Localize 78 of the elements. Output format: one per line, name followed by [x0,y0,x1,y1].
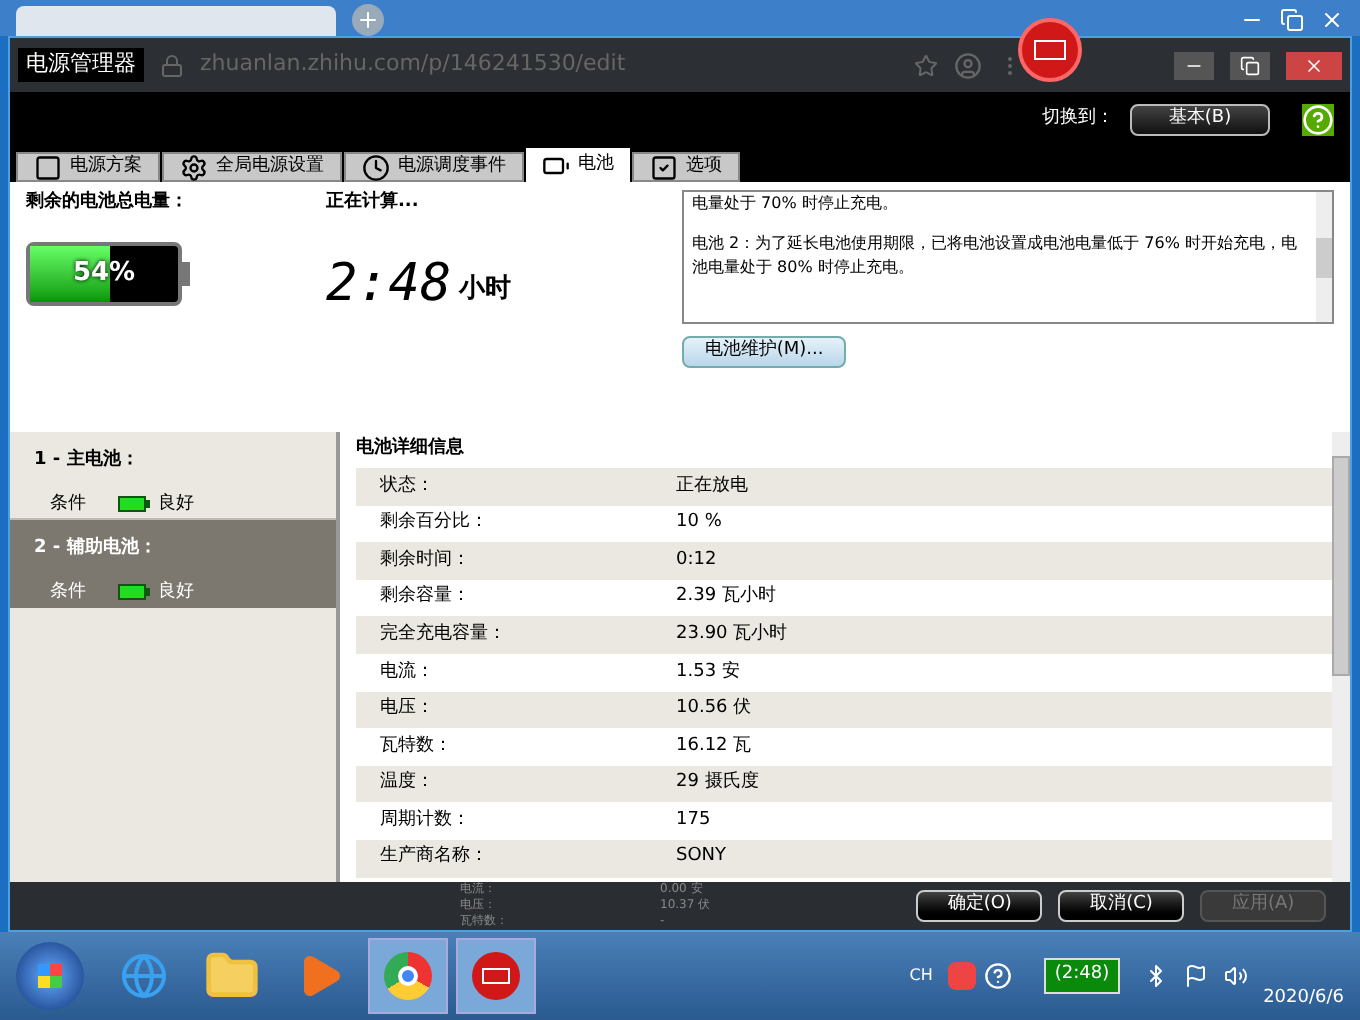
detail-label: 状态： [378,473,436,500]
detail-value: 10 % [676,510,722,537]
address-text: zhuanlan.zhihu.com/p/146241530/edit [200,48,626,81]
close-icon[interactable] [1320,8,1344,32]
checkbox-icon [650,153,678,181]
note-text: 电量处于 70% 时停止充电。 [692,192,900,216]
star-icon [914,53,938,77]
page-icon [34,153,62,181]
battery-time-widget[interactable]: (2:48) [1044,958,1120,994]
language-indicator[interactable]: CH [909,964,933,988]
volume-icon[interactable] [1223,964,1248,988]
detail-label: 瓦特数： [378,733,454,760]
tab[interactable]: 电源调度事件 [344,152,524,182]
close-icon [1304,55,1324,75]
detail-value: 175 [676,807,711,834]
battery-name: 1 - 主电池： [34,448,141,474]
detail-value: 1.53 安 [676,659,740,686]
help-icon[interactable] [984,962,1013,990]
detail-label: 电流： [378,659,436,686]
help-icon[interactable] [1302,104,1334,136]
restore-button[interactable] [1230,51,1270,79]
detail-value: 2.39 瓦小时 [676,584,776,611]
input-method-icon[interactable] [948,962,977,990]
plus-icon [356,8,380,32]
condition-label: 条件 [50,491,86,517]
tab[interactable]: 选项 [632,152,740,182]
globe-icon [120,952,168,1000]
restore-icon[interactable] [1280,8,1304,32]
taskbar-app[interactable] [456,938,536,1014]
basic-mode-button[interactable]: 基本(B) [1130,104,1270,136]
user-icon [954,51,982,79]
battery-icon [118,584,150,601]
flag-icon[interactable] [1183,964,1208,988]
battery-maintenance-button[interactable]: 电池维护(M)... [682,336,846,368]
detail-value: 23.90 瓦小时 [676,621,788,648]
switch-label: 切换到： [1042,106,1114,133]
tab[interactable]: 全局电源设置 [162,152,342,182]
scrollbar [1316,192,1332,322]
detail-value: 29 摄氏度 [676,770,759,797]
condition-value: 良好 [158,491,194,517]
detail-label: 电压： [378,696,436,723]
detail-label: 剩余容量： [378,584,472,611]
new-tab-button[interactable] [352,4,384,36]
detail-value: SONY [676,844,727,871]
detail-label: 温度： [378,770,436,797]
detail-value: 10.56 伏 [676,696,752,723]
remaining-time: 2:48 [326,257,452,309]
note-text: 电池 2：为了延长电池使用期限，已将电池设置成电池电量低于 76% 时开始充电，电池电量处于 80% 时停止充电。 [692,232,1299,280]
tab[interactable]: 电源方案 [16,152,160,182]
detail-label: 剩余百分比： [378,510,490,537]
detail-value: 正在放电 [676,473,748,500]
time-unit: 小时 [459,272,512,308]
lock-icon [160,53,184,77]
tab[interactable]: 电池 [526,148,630,182]
time-status: 正在计算... [326,190,421,216]
battery-list-item[interactable]: 2 - 辅助电池： 条件 良好 [10,520,336,608]
minimize-button[interactable] [1174,51,1214,79]
condition-label: 条件 [50,579,86,605]
close-button[interactable] [1286,51,1342,79]
condition-value: 良好 [158,579,194,605]
detail-value: 0:12 [676,547,717,574]
battery-app-icon [472,952,520,1000]
detail-label: 周期计数： [378,807,472,834]
restore-icon [1240,55,1260,75]
battery-name: 2 - 辅助电池： [34,536,159,562]
taskbar-app[interactable] [368,938,448,1014]
detail-label: 剩余时间： [378,547,472,574]
detail-label: 生产商名称： [378,844,490,871]
window-title: 电源管理器 [18,48,144,82]
charge-label: 剩余的电池总电量： [26,190,190,216]
details-title: 电池详细信息 [354,434,466,463]
dialog-button[interactable]: 确定(O) [916,890,1043,922]
start-button[interactable] [16,942,84,1010]
detail-label: 完全充电容量： [378,621,508,648]
detail-value: 16.12 瓦 [676,733,752,760]
clock-date[interactable]: 2020/6/6 [1263,985,1344,1012]
battery-icon [118,496,150,513]
dialog-button[interactable]: 取消(C) [1058,890,1185,922]
